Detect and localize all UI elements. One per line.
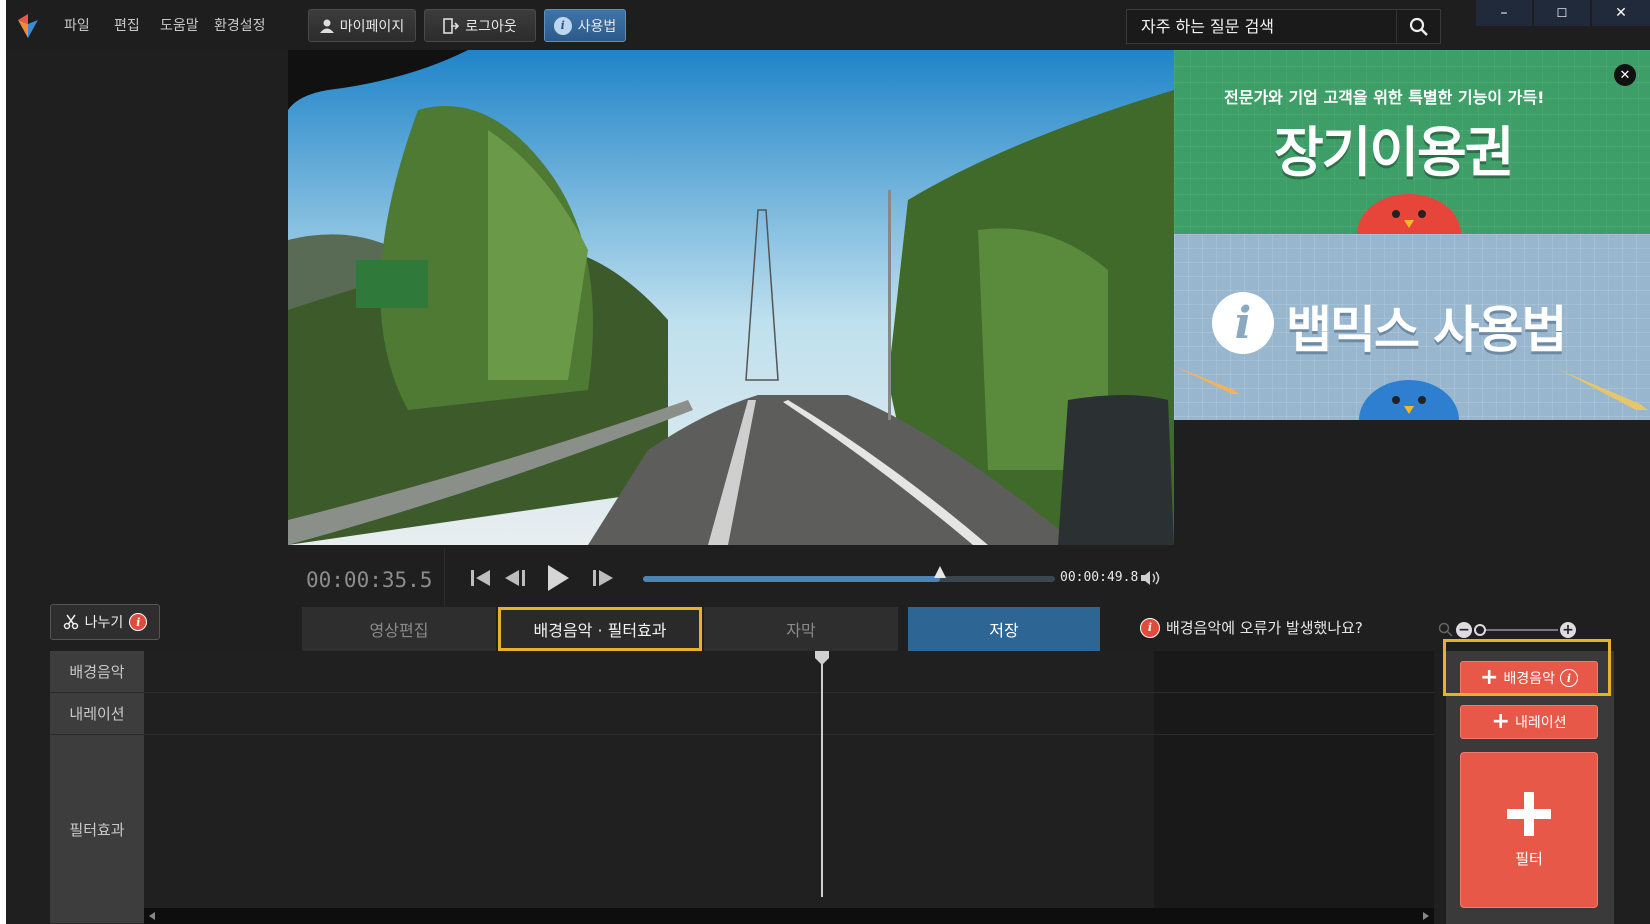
track-narration[interactable] — [144, 693, 1434, 735]
track-label-bgm: 배경음악 — [50, 651, 144, 693]
tab-video-edit[interactable]: 영상편집 — [302, 607, 496, 651]
minimize-icon: – — [1500, 5, 1508, 21]
add-filter-button[interactable]: 필터 — [1460, 752, 1598, 908]
red-bird-icon — [1357, 194, 1461, 234]
bgm-button-highlight — [1443, 639, 1611, 696]
logout-button[interactable]: 로그아웃 — [424, 9, 536, 42]
scissors-icon — [63, 614, 78, 630]
tab-subtitle[interactable]: 자막 — [704, 607, 898, 651]
timeline: 배경음악 내레이션 필터효과 — [50, 651, 1434, 924]
playhead-line — [821, 651, 823, 897]
faq-search-box — [1126, 9, 1441, 44]
plus-icon: + — [1562, 622, 1574, 638]
tab-bgm-filter[interactable]: 배경음악 · 필터효과 — [498, 607, 702, 651]
app-logo-icon — [18, 14, 38, 38]
prev-frame-icon — [505, 570, 525, 586]
info-icon: i — [553, 16, 572, 35]
zoom-track[interactable] — [1478, 629, 1558, 631]
search-button[interactable] — [1396, 10, 1440, 43]
skip-start-icon — [471, 570, 490, 586]
ad-banner[interactable]: 전문가와 기업 고객을 위한 특별한 기능이 가득! 장기이용권 ✕ i 뱁믹스… — [1174, 50, 1650, 420]
mypage-button[interactable]: 마이페이지 — [308, 9, 416, 42]
ad-bottom: i 뱁믹스 사용법 — [1174, 234, 1650, 420]
timeline-scrollbar[interactable] — [144, 908, 1434, 924]
maximize-icon: ☐ — [1556, 6, 1568, 20]
pencil-icon — [1560, 370, 1648, 410]
track-label-narration: 내레이션 — [50, 693, 144, 735]
close-icon: ✕ — [1619, 67, 1631, 83]
logout-icon — [443, 17, 460, 34]
scroll-left-icon — [149, 912, 155, 920]
scroll-right-icon — [1423, 912, 1429, 920]
ad-bottom-title: 뱁믹스 사용법 — [1286, 301, 1567, 359]
track-label-filter: 필터효과 — [50, 735, 144, 924]
maximize-button[interactable]: ☐ — [1534, 0, 1590, 26]
info-icon[interactable]: i — [129, 613, 148, 631]
video-preview[interactable] — [288, 50, 1174, 545]
ad-top-title: 장기이용권 — [1274, 121, 1514, 184]
skip-start-button[interactable] — [470, 567, 492, 589]
title-bar: 파일 편집 도움말 환경설정 마이페이지 로그아웃 i 사용법 – ☐ ✕ — [6, 0, 1650, 50]
howto-button[interactable]: i 사용법 — [544, 9, 626, 42]
user-icon — [319, 19, 334, 33]
minus-icon: − — [1458, 622, 1470, 638]
add-filter-label: 필터 — [1515, 849, 1543, 868]
ad-top: 전문가와 기업 고객을 위한 특별한 기능이 가득! 장기이용권 ✕ — [1174, 50, 1650, 234]
blue-bird-icon — [1359, 380, 1459, 420]
current-time: 00:00:35.5 — [306, 568, 433, 592]
next-frame-icon — [593, 570, 613, 586]
volume-icon — [1141, 571, 1160, 585]
add-narration-label: 내레이션 — [1514, 715, 1567, 731]
progress-handle[interactable] — [933, 566, 946, 578]
minimize-button[interactable]: – — [1476, 0, 1532, 26]
playback-progress-bar[interactable] — [643, 566, 1055, 582]
duration: 00:00:49.8 — [1060, 570, 1139, 585]
search-icon — [1409, 17, 1428, 36]
split-button[interactable]: 나누기 i — [50, 604, 160, 640]
zoom-in-button[interactable]: + — [1560, 622, 1576, 638]
faq-search-input[interactable] — [1127, 10, 1396, 43]
divider — [444, 548, 445, 608]
progress-fill — [643, 576, 940, 582]
bgm-error-notice[interactable]: i 배경음악에 오류가 발생했나요? — [1140, 617, 1363, 638]
close-button[interactable]: ✕ — [1592, 0, 1650, 26]
tab-save[interactable]: 저장 — [908, 607, 1100, 651]
play-icon — [548, 565, 569, 591]
menu-file[interactable]: 파일 — [64, 15, 90, 35]
plus-icon: + — [1491, 709, 1510, 734]
split-label: 나누기 — [84, 615, 124, 631]
track-bgm[interactable] — [144, 651, 1434, 693]
zoom-search-icon — [1438, 622, 1453, 637]
ad-close-button[interactable]: ✕ — [1614, 64, 1636, 86]
close-icon: ✕ — [1615, 5, 1627, 21]
ad-top-line: 전문가와 기업 고객을 위한 특별한 기능이 가득! — [1224, 88, 1545, 107]
notice-text: 배경음악에 오류가 발생했나요? — [1166, 619, 1363, 637]
zoom-out-button[interactable]: − — [1456, 622, 1472, 638]
video-frame — [288, 50, 1174, 545]
mypage-label: 마이페이지 — [339, 18, 405, 35]
prev-frame-button[interactable] — [502, 567, 528, 589]
add-narration-button[interactable]: + 내레이션 — [1460, 705, 1598, 739]
app-window: 파일 편집 도움말 환경설정 마이페이지 로그아웃 i 사용법 – ☐ ✕ — [6, 0, 1650, 924]
zoom-handle[interactable] — [1474, 624, 1486, 636]
next-frame-button[interactable] — [590, 567, 616, 589]
howto-label: 사용법 — [577, 18, 617, 35]
info-icon: i — [1140, 617, 1160, 638]
logout-label: 로그아웃 — [465, 18, 517, 35]
plus-icon — [1507, 791, 1551, 836]
menu-settings[interactable]: 환경설정 — [214, 15, 266, 35]
info-circle-icon: i — [1212, 292, 1274, 354]
timeline-zoom: − + — [1438, 620, 1588, 640]
play-button[interactable] — [544, 564, 572, 592]
menu-help[interactable]: 도움말 — [160, 15, 199, 35]
volume-button[interactable] — [1140, 568, 1162, 588]
menu-edit[interactable]: 편집 — [114, 15, 140, 35]
track-filter[interactable] — [144, 735, 1434, 908]
pencil-icon — [1174, 366, 1240, 394]
